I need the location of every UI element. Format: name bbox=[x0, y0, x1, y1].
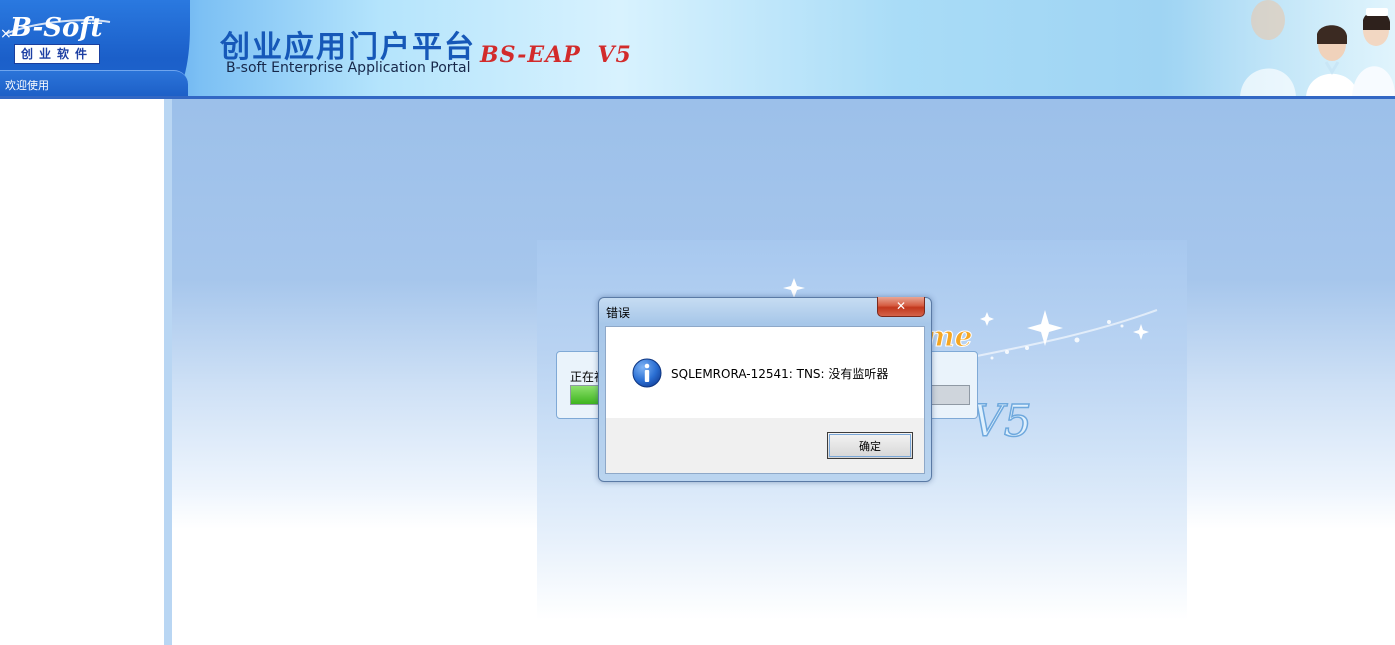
splash-version-text: V5 bbox=[972, 396, 1032, 447]
welcome-text: 欢迎使用 bbox=[5, 79, 49, 92]
left-sidebar bbox=[0, 99, 164, 645]
brand-version: V5 bbox=[597, 42, 632, 68]
header-banner: B-Soft × 创业软件 欢迎使用 创业应用门户平台 B-soft Enter… bbox=[0, 0, 1395, 97]
dialog-title: 错误 bbox=[606, 306, 631, 320]
portal-title-en: B-soft Enterprise Application Portal bbox=[226, 60, 471, 76]
staff-photo bbox=[1180, 0, 1395, 97]
sparkle-icon bbox=[1133, 324, 1149, 340]
logo-text: B-Soft bbox=[9, 13, 103, 43]
logo-cn: 创业软件 bbox=[14, 44, 100, 64]
ok-button[interactable]: 确定 bbox=[827, 432, 913, 459]
close-button[interactable]: ✕ bbox=[877, 297, 925, 317]
sidebar-border[interactable] bbox=[164, 99, 172, 645]
svg-text:×: × bbox=[0, 26, 12, 42]
sparkle-icon bbox=[1027, 310, 1063, 346]
sparkle-icon bbox=[783, 278, 805, 298]
sparkle-icon bbox=[980, 312, 994, 326]
splash-welcome-text: me bbox=[925, 320, 972, 353]
error-message: SQLEMRORA-12541: TNS: 没有监听器 bbox=[671, 367, 889, 381]
brand-text: BS-EAP bbox=[480, 42, 581, 68]
logo-panel: B-Soft × 创业软件 欢迎使用 bbox=[0, 0, 190, 97]
info-icon bbox=[632, 358, 662, 388]
brand-name: BS-EAP V5 bbox=[480, 42, 632, 68]
close-icon: ✕ bbox=[895, 299, 907, 313]
